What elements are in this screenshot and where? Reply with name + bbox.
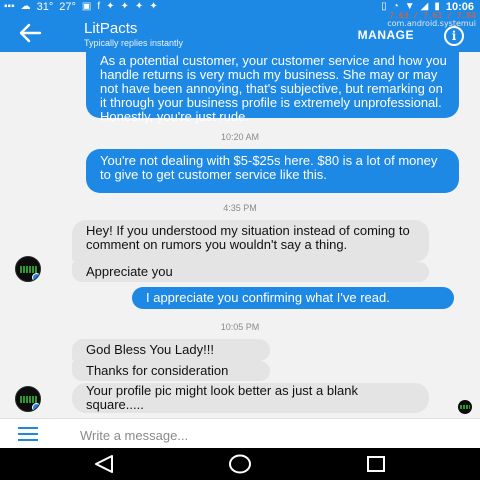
sent-message[interactable]: You're not dealing with $5-$25s here. $8… (86, 149, 459, 193)
conversation-subtitle: Typically replies instantly (84, 38, 184, 48)
facebook-icon: f (97, 1, 101, 12)
vibrate-icon: ▯ (381, 1, 387, 12)
nav-back-button[interactable] (84, 452, 124, 476)
messenger-badge-icon (32, 403, 40, 411)
received-message[interactable]: Your profile pic might look better as ju… (72, 383, 429, 413)
temperature-2: 27° (59, 1, 76, 13)
avatar[interactable] (15, 256, 41, 282)
navigation-bar (0, 448, 480, 480)
messenger-badge-icon (32, 273, 40, 281)
menu-icon[interactable] (18, 427, 38, 441)
conversation-title: LitPacts (84, 20, 138, 37)
image-icon: ▣ (81, 1, 92, 12)
nav-home-icon (229, 454, 251, 474)
avatar-logo (20, 396, 37, 403)
sent-message[interactable]: I appreciate you confirming what I've re… (132, 287, 454, 309)
back-button[interactable] (14, 20, 46, 46)
nav-recents-button[interactable] (356, 452, 396, 476)
twitter-icon: ✦ (106, 1, 115, 12)
avatar-logo (20, 266, 37, 273)
seen-indicator-avatar (458, 400, 472, 414)
cpu-overlay: 7.63 / 7.61 / 7.84 com.android.systemui (387, 12, 476, 28)
timestamp: 10:20 AM (220, 132, 260, 142)
info-icon: i (451, 29, 457, 43)
timestamp: 10:05 PM (220, 322, 260, 332)
twitter-icon: ✦ (149, 1, 158, 12)
received-message[interactable]: Appreciate you (72, 262, 429, 282)
back-arrow-icon (19, 23, 42, 43)
nav-home-button[interactable] (220, 452, 260, 476)
received-message[interactable]: Hey! If you understood my situation inst… (72, 220, 429, 262)
message-thread[interactable]: As a potential customer, your customer s… (0, 52, 480, 418)
info-button[interactable]: i (444, 26, 464, 46)
received-message[interactable]: God Bless You Lady!!! (72, 339, 270, 361)
message-input[interactable] (80, 425, 440, 445)
seen-avatar-logo (460, 405, 470, 409)
temperature-1: 31° (36, 1, 54, 13)
cpu-process: com.android.systemui (387, 19, 476, 28)
twitter-icon: ✦ (120, 1, 129, 12)
avatar[interactable] (15, 386, 41, 412)
manage-button[interactable]: MANAGE (358, 28, 414, 42)
nav-recents-icon (367, 456, 385, 472)
sent-message[interactable]: As a potential customer, your customer s… (86, 52, 459, 124)
nav-back-icon (95, 455, 113, 473)
received-message[interactable]: Thanks for consideration (72, 361, 270, 381)
cloud-icon: ☁ (20, 1, 31, 12)
composer-bar (0, 418, 480, 448)
chat-notification-icon: ▪▪▪ (4, 1, 15, 12)
timestamp: 4:35 PM (223, 203, 257, 213)
twitter-icon: ✦ (134, 1, 144, 12)
